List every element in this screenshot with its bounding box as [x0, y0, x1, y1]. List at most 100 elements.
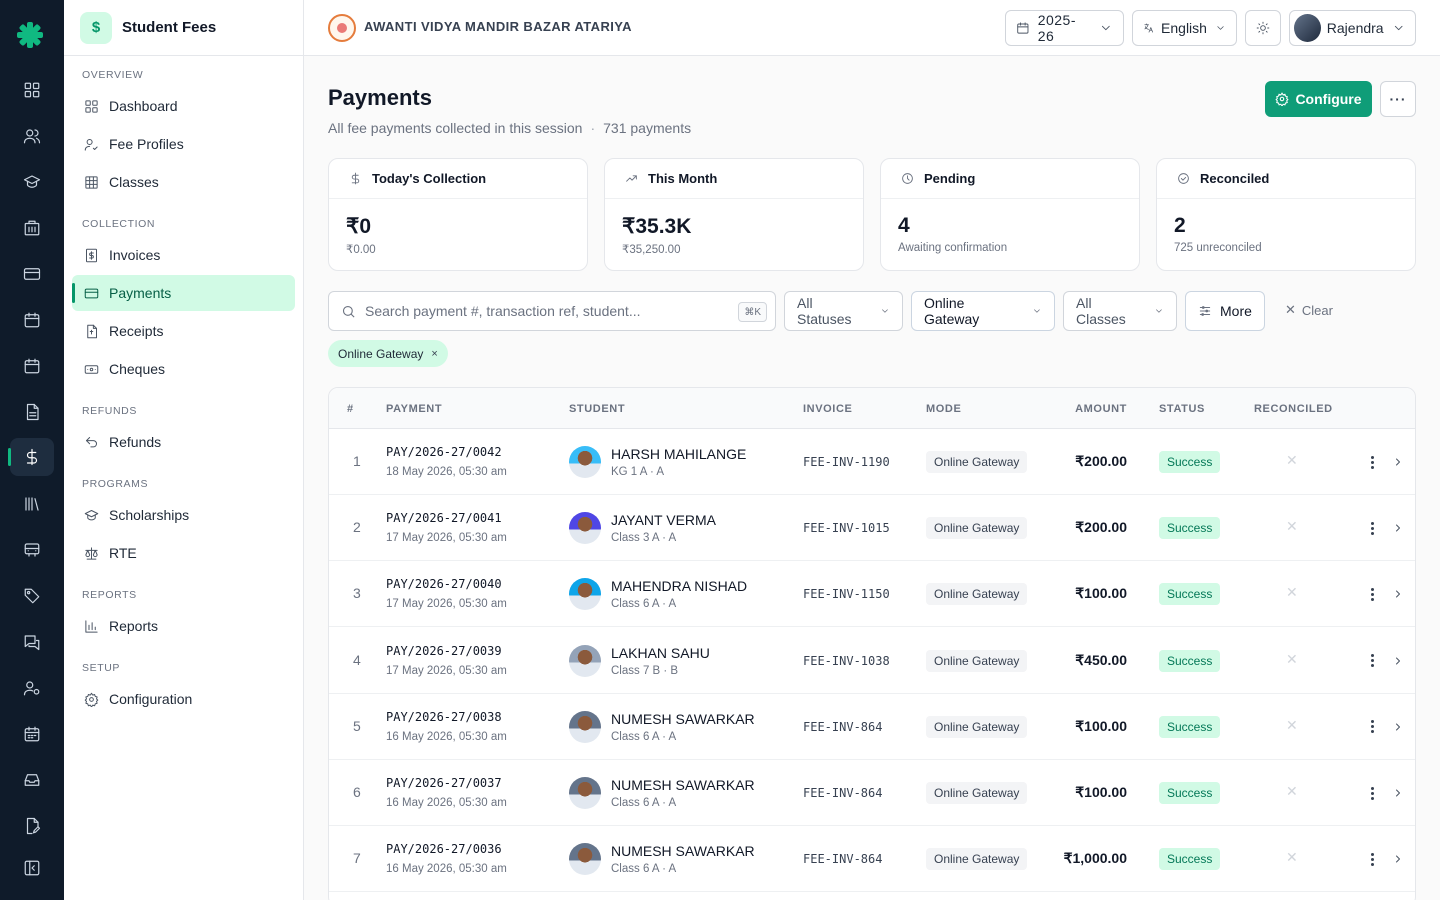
payment-number[interactable]: PAY/2026-27/0040: [386, 577, 502, 591]
rail-button-bus[interactable]: [10, 531, 54, 569]
sidebar-item-reports[interactable]: Reports: [72, 608, 295, 644]
row-open-button[interactable]: [1392, 852, 1404, 864]
payment-number[interactable]: PAY/2026-27/0041: [386, 511, 502, 525]
theme-toggle-button[interactable]: [1245, 10, 1281, 46]
row-menu-button[interactable]: [1365, 450, 1379, 474]
column-header[interactable]: STATUS: [1159, 403, 1205, 415]
sidebar-item-receipts[interactable]: Receipts: [72, 313, 295, 349]
search-input[interactable]: [365, 303, 725, 319]
sidebar-item-invoices[interactable]: Invoices: [72, 237, 295, 273]
invoice-number[interactable]: FEE-INV-1150: [803, 587, 890, 601]
payment-number[interactable]: PAY/2026-27/0037: [386, 776, 502, 790]
student-name[interactable]: NUMESH SAWARKAR: [611, 777, 755, 793]
chip-remove-icon[interactable]: ×: [431, 348, 437, 360]
rail-button-inbox[interactable]: [10, 761, 54, 799]
invoice-number[interactable]: FEE-INV-1190: [803, 455, 890, 469]
rail-button-dollar[interactable]: [8, 438, 54, 476]
payment-date: 16 May 2026, 05:30 am: [386, 797, 507, 809]
column-header[interactable]: MODE: [926, 403, 961, 415]
column-header[interactable]: #: [347, 403, 354, 415]
rail-button-graduation-cap[interactable]: [10, 163, 54, 201]
rail-button-chat[interactable]: [10, 623, 54, 661]
sidebar-item-classes[interactable]: Classes: [72, 164, 295, 200]
sidebar-item-payments[interactable]: Payments: [72, 275, 295, 311]
sidebar-item-cheques[interactable]: Cheques: [72, 351, 295, 387]
row-open-button[interactable]: [1392, 455, 1404, 467]
table-row[interactable]: 7 PAY/2026-27/0036 16 May 2026, 05:30 am…: [329, 826, 1415, 893]
row-menu-button[interactable]: [1365, 715, 1379, 739]
more-filters-button[interactable]: More: [1185, 291, 1265, 331]
page-subtitle: All fee payments collected in this sessi…: [328, 120, 691, 136]
invoice-number[interactable]: FEE-INV-1038: [803, 654, 890, 668]
student-name[interactable]: HARSH MAHILANGE: [611, 446, 746, 462]
rail-button-document[interactable]: [10, 393, 54, 431]
row-open-button[interactable]: [1392, 786, 1404, 798]
row-menu-button[interactable]: [1365, 649, 1379, 673]
rail-button-card[interactable]: [10, 255, 54, 293]
rail-button-user-settings[interactable]: [10, 669, 54, 707]
rail-button-library[interactable]: [10, 485, 54, 523]
invoice-number[interactable]: FEE-INV-1015: [803, 521, 890, 535]
student-name[interactable]: LAKHAN SAHU: [611, 645, 710, 661]
search-box[interactable]: ⌘K: [328, 291, 776, 331]
sidebar-item-dashboard[interactable]: Dashboard: [72, 88, 295, 124]
rail-button-users[interactable]: [10, 117, 54, 155]
more-actions-button[interactable]: ···: [1380, 81, 1416, 117]
configure-button[interactable]: Configure: [1265, 81, 1372, 117]
rail-button-file-edit[interactable]: [10, 807, 54, 845]
payment-number[interactable]: PAY/2026-27/0039: [386, 644, 502, 658]
sidebar-item-configuration[interactable]: Configuration: [72, 681, 295, 717]
status-filter[interactable]: All Statuses: [784, 291, 903, 331]
payment-number[interactable]: PAY/2026-27/0036: [386, 842, 502, 856]
rail-button-calendar[interactable]: [10, 301, 54, 339]
invoice-number[interactable]: FEE-INV-864: [803, 720, 882, 734]
rail-button-dashboard[interactable]: [10, 71, 54, 109]
clear-filters-button[interactable]: ✕ Clear: [1285, 302, 1333, 318]
row-open-button[interactable]: [1392, 521, 1404, 533]
column-header[interactable]: RECONCILED: [1254, 403, 1333, 415]
rail-button-calendar-grid[interactable]: [10, 715, 54, 753]
table-row[interactable]: 4 PAY/2026-27/0039 17 May 2026, 05:30 am…: [329, 628, 1415, 694]
table-row[interactable]: 1 PAY/2026-27/0042 18 May 2026, 05:30 am…: [329, 429, 1415, 495]
sidebar-item-scholarships[interactable]: Scholarships: [72, 497, 295, 533]
column-header[interactable]: AMOUNT: [1075, 403, 1127, 415]
row-open-button[interactable]: [1392, 654, 1404, 666]
student-name[interactable]: JAYANT VERMA: [611, 512, 716, 528]
reconciled-x-icon: ✕: [1286, 584, 1298, 601]
row-open-button[interactable]: [1392, 587, 1404, 599]
mode-filter[interactable]: Online Gateway: [911, 291, 1055, 331]
payment-number[interactable]: PAY/2026-27/0038: [386, 710, 502, 724]
language-selector[interactable]: English: [1132, 10, 1237, 46]
column-header[interactable]: STUDENT: [569, 403, 625, 415]
table-row[interactable]: 5 PAY/2026-27/0038 16 May 2026, 05:30 am…: [329, 694, 1415, 760]
rail-button-building[interactable]: [10, 209, 54, 247]
invoice-number[interactable]: FEE-INV-864: [803, 786, 882, 800]
invoice-number[interactable]: FEE-INV-864: [803, 852, 882, 866]
column-header[interactable]: PAYMENT: [386, 403, 442, 415]
row-menu-button[interactable]: [1365, 582, 1379, 606]
row-menu-button[interactable]: [1365, 781, 1379, 805]
chevron-right-icon: [1396, 524, 1400, 532]
sidebar-item-refunds[interactable]: Refunds: [72, 424, 295, 460]
row-menu-button[interactable]: [1365, 516, 1379, 540]
session-selector[interactable]: 2025-26: [1005, 10, 1124, 46]
sidebar-item-rte[interactable]: RTE: [72, 535, 295, 571]
table-row[interactable]: 3 PAY/2026-27/0040 17 May 2026, 05:30 am…: [329, 561, 1415, 628]
student-name[interactable]: NUMESH SAWARKAR: [611, 843, 755, 859]
user-menu[interactable]: Rajendra: [1289, 10, 1416, 46]
student-class: Class 6 A · A: [611, 730, 677, 743]
student-name[interactable]: NUMESH SAWARKAR: [611, 711, 755, 727]
rail-button-collapse[interactable]: [10, 849, 54, 887]
class-filter[interactable]: All Classes: [1063, 291, 1177, 331]
payment-number[interactable]: PAY/2026-27/0042: [386, 445, 502, 459]
column-header[interactable]: INVOICE: [803, 403, 852, 415]
table-row[interactable]: 2 PAY/2026-27/0041 17 May 2026, 05:30 am…: [329, 495, 1415, 562]
app-logo-icon[interactable]: [17, 22, 43, 48]
table-row[interactable]: 6 PAY/2026-27/0037 16 May 2026, 05:30 am…: [329, 760, 1415, 826]
rail-button-calendar[interactable]: [10, 347, 54, 385]
row-open-button[interactable]: [1392, 720, 1404, 732]
rail-button-tag[interactable]: [10, 577, 54, 615]
student-name[interactable]: MAHENDRA NISHAD: [611, 578, 747, 594]
sidebar-item-fee-profiles[interactable]: Fee Profiles: [72, 126, 295, 162]
row-menu-button[interactable]: [1365, 847, 1379, 871]
